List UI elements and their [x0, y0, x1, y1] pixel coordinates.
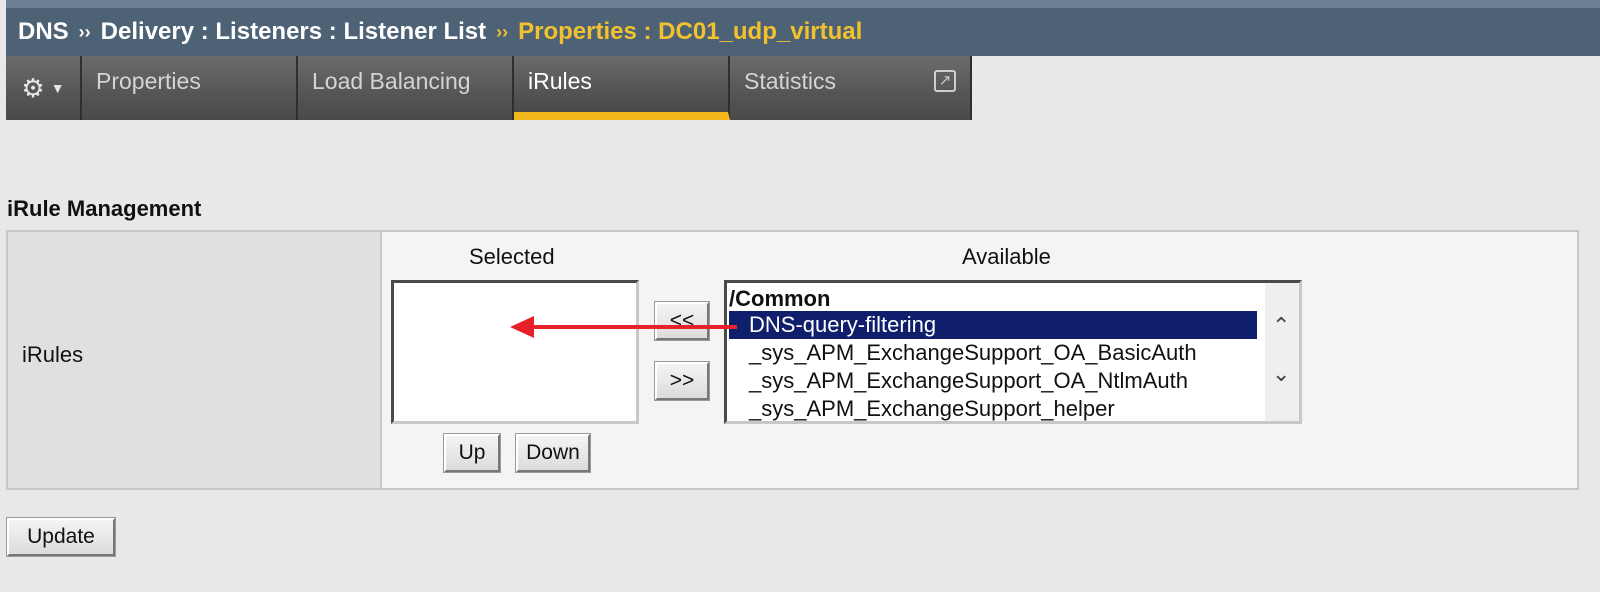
available-irules-list[interactable]: /Common DNS-query-filtering _sys_APM_Exc… [724, 280, 1302, 424]
breadcrumb-path[interactable]: Delivery : Listeners : Listener List [101, 18, 486, 46]
irules-label-cell: iRules [8, 232, 382, 488]
move-to-selected-button[interactable]: << [654, 301, 710, 341]
breadcrumb-separator: ›› [78, 21, 91, 42]
list-group-header: /Common [729, 286, 831, 311]
breadcrumb-root[interactable]: DNS [18, 18, 69, 46]
list-scrollbar[interactable]: ⌃ ⌄ [1265, 283, 1299, 421]
scroll-down-icon[interactable]: ⌄ [1272, 361, 1290, 387]
list-item[interactable]: _sys_APM_ExchangeSupport_helper [729, 395, 1115, 423]
irule-management-table: iRules Selected Available << >> /Common … [6, 230, 1579, 490]
tab-load-balancing[interactable]: Load Balancing [298, 56, 514, 120]
update-button[interactable]: Update [6, 517, 116, 557]
tab-irules[interactable]: iRules [514, 56, 730, 120]
external-link-icon[interactable]: ↗ [934, 70, 956, 92]
tab-label: Properties [96, 68, 201, 94]
move-up-button[interactable]: Up [443, 433, 501, 473]
tab-label: Load Balancing [312, 68, 471, 94]
settings-menu-button[interactable]: ⚙ ▼ [6, 56, 82, 120]
tab-label: iRules [528, 68, 592, 94]
list-item[interactable]: _sys_APM_ExchangeSupport_OA_BasicAuth [729, 339, 1197, 367]
breadcrumb: DNS ›› Delivery : Listeners : Listener L… [6, 0, 1600, 56]
move-down-button[interactable]: Down [515, 433, 591, 473]
gear-icon: ⚙ [21, 72, 45, 103]
scroll-up-icon[interactable]: ⌃ [1272, 313, 1290, 339]
tab-properties[interactable]: Properties [82, 56, 298, 120]
irules-row-label: iRules [22, 342, 84, 367]
breadcrumb-current: Properties : DC01_udp_virtual [518, 18, 863, 45]
move-to-available-button[interactable]: >> [654, 361, 710, 401]
section-title: iRule Management [7, 196, 202, 221]
tab-bar: ⚙ ▼ Properties Load Balancing iRules Sta… [6, 56, 972, 120]
breadcrumb-separator: ›› [496, 21, 509, 42]
selected-header: Selected [469, 244, 555, 269]
list-item[interactable]: DNS-query-filtering [729, 311, 1257, 339]
tab-label: Statistics [744, 68, 837, 94]
list-item[interactable]: _sys_APM_ExchangeSupport_OA_NtlmAuth [729, 367, 1188, 395]
chevron-down-icon: ▼ [50, 80, 65, 96]
selected-irules-list[interactable] [391, 280, 639, 424]
tab-statistics[interactable]: Statistics ↗ [730, 56, 972, 120]
available-header: Available [962, 244, 1051, 269]
